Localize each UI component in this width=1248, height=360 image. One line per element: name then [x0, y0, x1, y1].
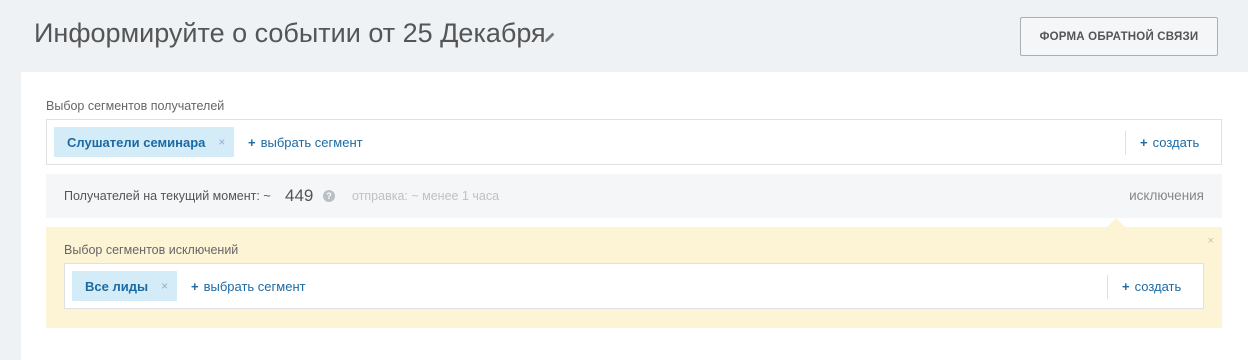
select-segment-link[interactable]: + выбрать сегмент: [191, 279, 306, 294]
exclusions-pointer: [1107, 218, 1125, 227]
remove-chip-icon[interactable]: ×: [218, 135, 225, 149]
feedback-form-button[interactable]: ФОРМА ОБРАТНОЙ СВЯЗИ: [1020, 17, 1218, 56]
plus-icon: +: [1122, 279, 1130, 294]
segment-chip: Слушатели семинара ×: [54, 127, 235, 157]
page-title: Информируйте о событии от 25 Декабря: [34, 18, 546, 48]
pencil-icon[interactable]: [544, 31, 556, 43]
segment-chip-label: Все лиды: [85, 278, 149, 294]
plus-icon: +: [191, 279, 199, 294]
segment-chip-label: Слушатели семинара: [67, 134, 206, 150]
send-time-info: отправка: ~ менее 1 часа: [352, 189, 500, 203]
exclusion-segments-label: Выбор сегментов исключений: [64, 243, 239, 257]
select-segment-label: выбрать сегмент: [203, 279, 306, 294]
divider: [1107, 275, 1108, 299]
create-segment-label: создать: [1152, 135, 1200, 150]
create-segment-link[interactable]: + создать: [1140, 135, 1199, 150]
create-segment-label: создать: [1134, 279, 1182, 294]
segment-chip: Все лиды ×: [72, 271, 178, 301]
recipients-count: 449: [285, 186, 314, 205]
close-icon[interactable]: ×: [1208, 235, 1214, 247]
page-header: Информируйте о событии от 25 Декабря ФОР…: [0, 0, 1248, 72]
exclusions-panel: × Выбор сегментов исключений Все лиды × …: [46, 227, 1222, 328]
select-segment-link[interactable]: + выбрать сегмент: [248, 135, 363, 150]
select-segment-label: выбрать сегмент: [260, 135, 363, 150]
create-segment-link[interactable]: + создать: [1122, 279, 1181, 294]
help-icon[interactable]: ?: [323, 190, 335, 202]
exclusion-segment-box[interactable]: Все лиды × + выбрать сегмент + создать: [64, 263, 1204, 309]
divider: [1125, 131, 1126, 155]
remove-chip-icon[interactable]: ×: [161, 279, 168, 293]
exclusions-link[interactable]: исключения: [1129, 188, 1204, 203]
plus-icon: +: [248, 135, 256, 150]
recipients-info-bar: Получателей на текущий момент: ~ 449 ? о…: [46, 174, 1222, 218]
plus-icon: +: [1140, 135, 1148, 150]
recipients-count-label: Получателей на текущий момент: ~: [64, 189, 271, 203]
recipients-segment-box[interactable]: Слушатели семинара × + выбрать сегмент + с…: [46, 119, 1222, 165]
recipients-segments-label: Выбор сегментов получателей: [46, 99, 225, 113]
